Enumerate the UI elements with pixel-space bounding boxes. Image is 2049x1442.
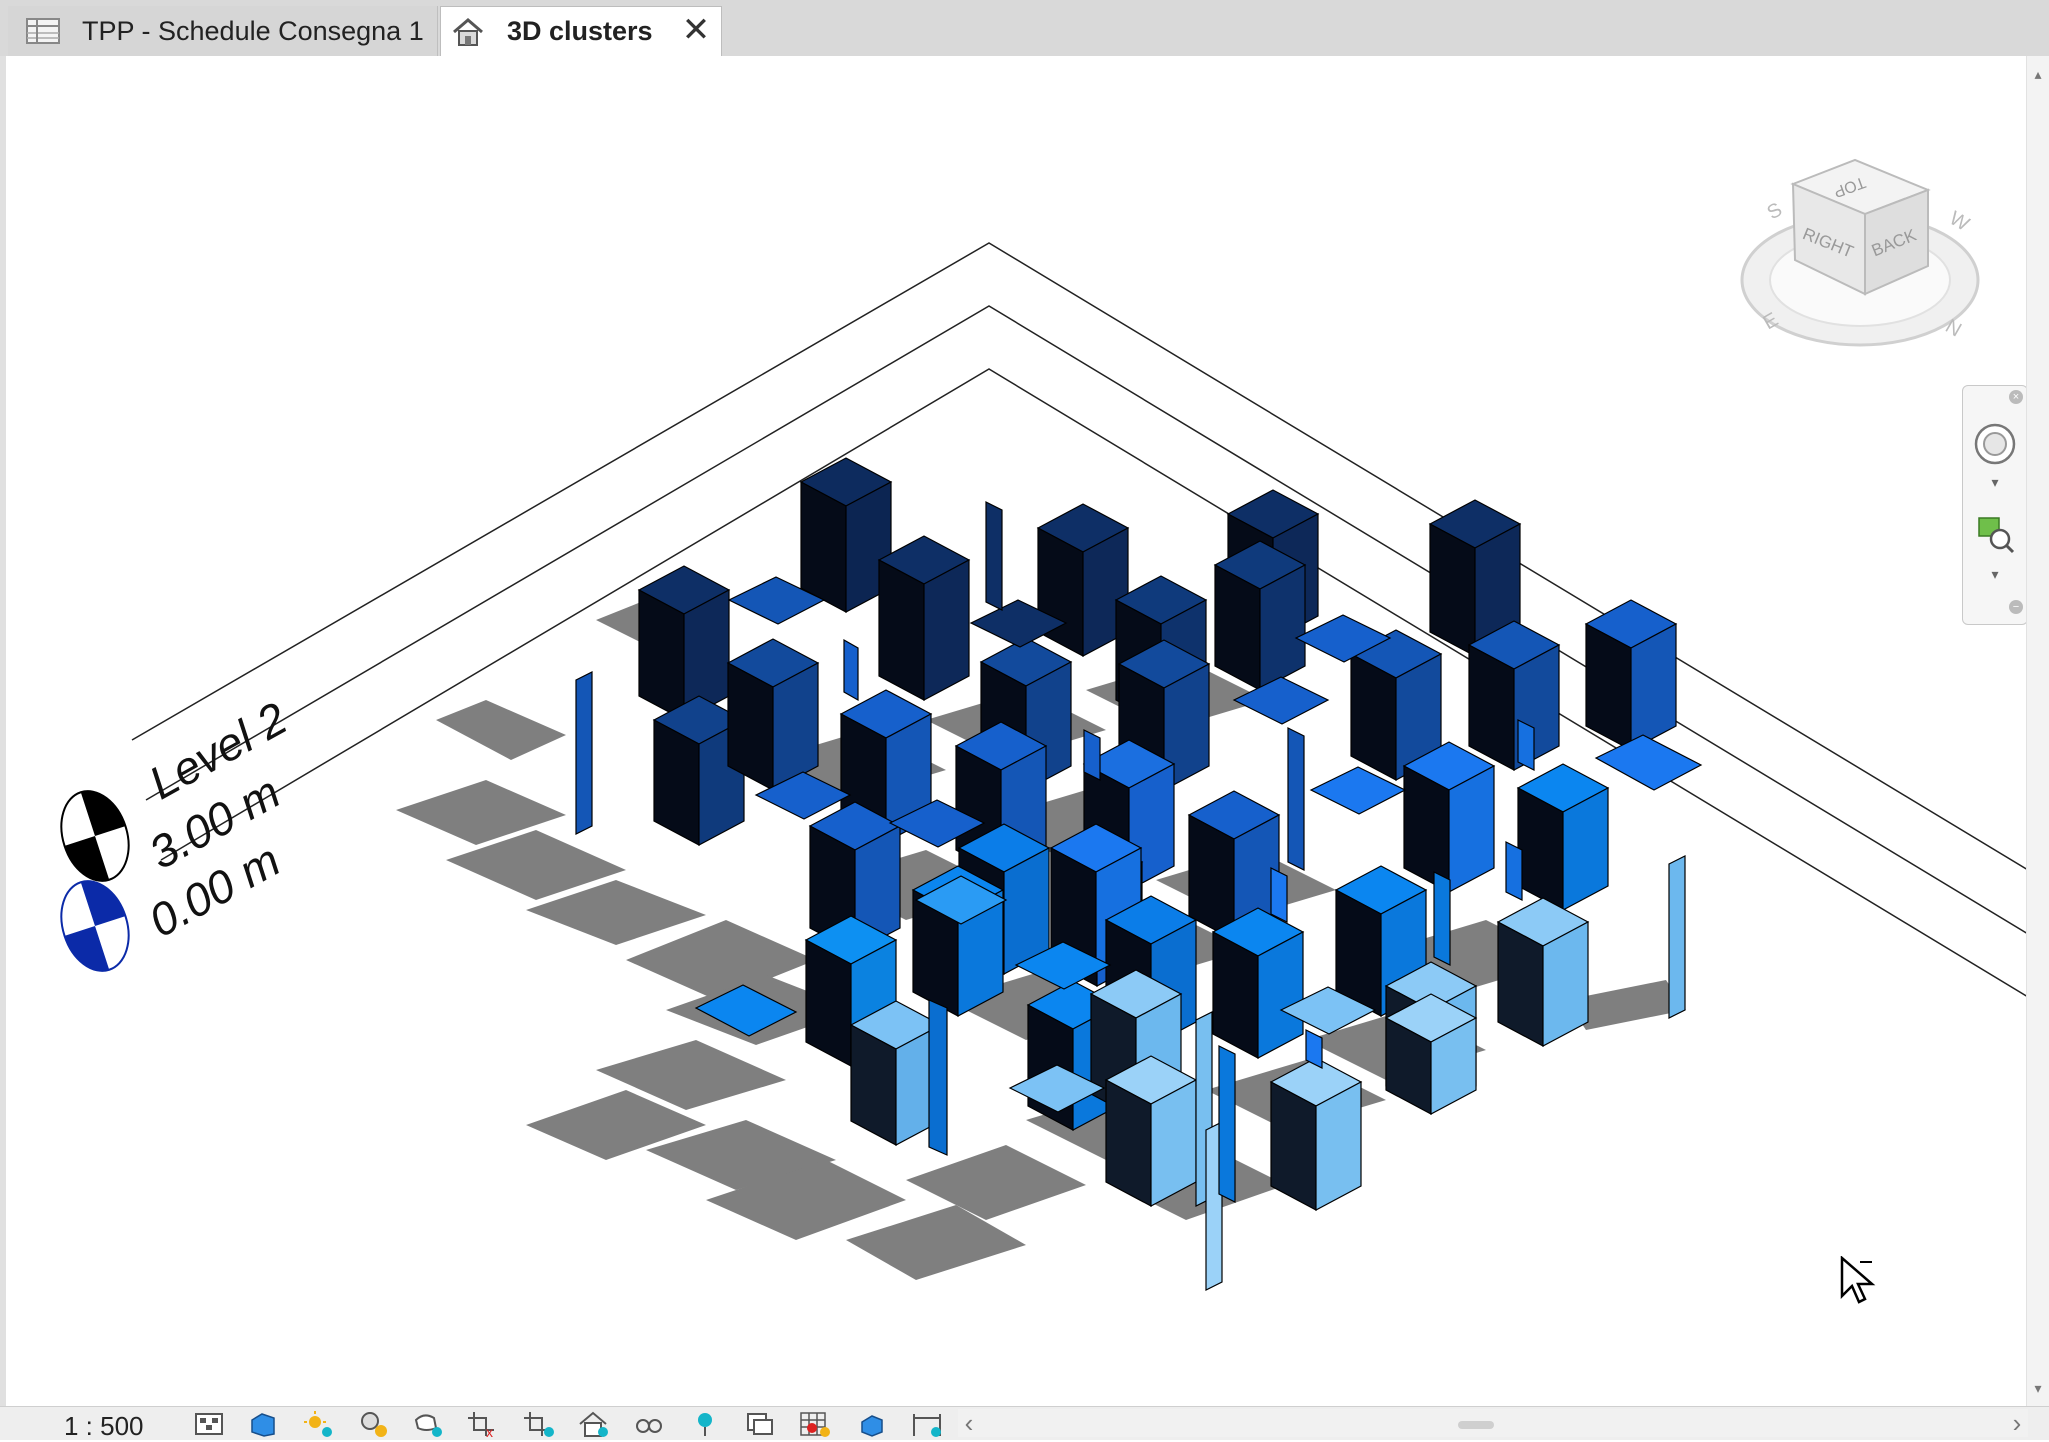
highlight-displacement-icon[interactable] [856, 1410, 890, 1438]
view-tab-bar: TPP - Schedule Consegna 1 3D clusters ✕ [0, 0, 2049, 57]
compass-s-label: S [1764, 199, 1787, 225]
shadows-icon[interactable] [356, 1410, 390, 1438]
tab-3d-clusters[interactable]: 3D clusters ✕ [440, 6, 722, 56]
scroll-up-icon[interactable]: ▴ [2030, 66, 2046, 82]
detail-level-icon[interactable] [192, 1410, 226, 1438]
view-scale[interactable]: 1 : 500 [64, 1411, 144, 1442]
unlock-3d-icon[interactable] [576, 1410, 610, 1438]
schedule-table-icon [26, 16, 60, 46]
viewcube[interactable]: E N S W TOP RIGHT BACK [1730, 150, 2000, 380]
navbar-close-icon[interactable]: × [2009, 390, 2023, 404]
scroll-right-icon[interactable]: › [2006, 1409, 2028, 1437]
steering-dropdown-icon[interactable]: ▾ [1987, 475, 2003, 489]
level-head-symbols[interactable] [50, 776, 140, 996]
horizontal-scrollbar[interactable]: ‹ › [958, 1409, 2028, 1437]
close-tab-icon[interactable]: ✕ [679, 13, 713, 47]
tab-schedule[interactable]: TPP - Schedule Consegna 1 [8, 6, 438, 56]
navigation-bar: × ▾ ▾ − [1962, 385, 2028, 625]
sun-path-icon[interactable] [300, 1410, 334, 1438]
crop-view-icon[interactable]: x [466, 1410, 500, 1438]
zoom-dropdown-icon[interactable]: ▾ [1987, 567, 2003, 581]
vertical-scrollbar[interactable]: ▴ ▾ [2026, 56, 2049, 1406]
scroll-down-icon[interactable]: ▾ [2030, 1380, 2046, 1396]
analytical-model-icon[interactable] [798, 1410, 832, 1438]
compass-w-label: W [1946, 207, 1973, 236]
tab-3d-clusters-label: 3D clusters [507, 16, 653, 46]
worksharing-icon[interactable] [744, 1410, 778, 1438]
zoom-icon[interactable] [1973, 512, 2017, 556]
steering-wheel-icon[interactable] [1973, 422, 2017, 466]
visual-style-icon[interactable] [246, 1410, 280, 1438]
tab-schedule-label: TPP - Schedule Consegna 1 [82, 15, 424, 46]
scroll-left-icon[interactable]: ‹ [958, 1409, 980, 1437]
view-control-bar: 1 : 500 x ‹ › [0, 1406, 2049, 1442]
mouse-cursor-icon [1840, 1256, 1876, 1304]
svg-text:x: x [486, 1424, 493, 1438]
reveal-hidden-icon[interactable] [688, 1410, 722, 1438]
rendering-icon[interactable] [410, 1410, 444, 1438]
temporary-hide-icon[interactable] [632, 1410, 666, 1438]
crop-region-icon[interactable] [522, 1410, 556, 1438]
navbar-options-icon[interactable]: − [2009, 600, 2023, 614]
home-3d-icon [451, 17, 485, 47]
reveal-constraints-icon[interactable] [910, 1410, 944, 1438]
scroll-thumb[interactable] [1458, 1421, 1494, 1429]
